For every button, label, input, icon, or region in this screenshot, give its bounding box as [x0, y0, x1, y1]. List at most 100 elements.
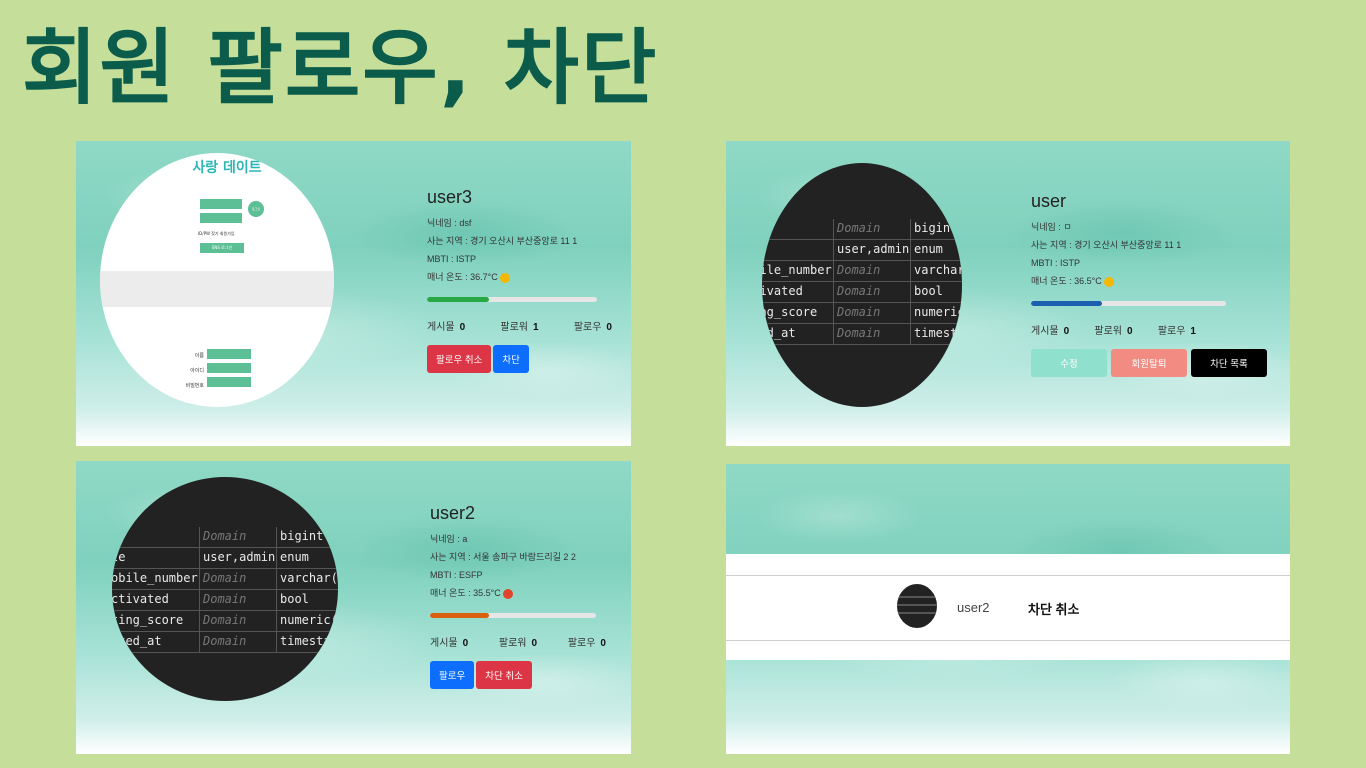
db-cell: enum — [911, 240, 962, 260]
blocked-user-avatar — [897, 584, 937, 628]
db-row: ated_atDomaintimestamp — [762, 324, 962, 345]
avatar-form-labels: 이름 아이디 비밀번호 — [185, 353, 204, 389]
db-row: leuser,adminenum — [112, 548, 338, 569]
followers-stat: 팔로워 0 — [498, 637, 538, 649]
profile-mbti: MBTI : ISTP — [1031, 258, 1081, 268]
db-cell: varchar(11) — [911, 261, 962, 281]
avatar-logo: 사랑 데이트 — [192, 160, 262, 176]
profile-panel-user3: 사랑 데이트 로그인 ID/PW 찾기 회원가입 SNS 로그인 이름 아이디 … — [76, 141, 631, 446]
db-cell: user,admin — [200, 548, 277, 568]
profile-nickname: 닉네임 : a — [430, 534, 468, 544]
profile-username: user3 — [427, 187, 473, 207]
db-cell: Domain — [200, 632, 277, 652]
db-cell: bool — [911, 282, 962, 302]
db-row: obile_numberDomainvarchar(11) — [762, 261, 962, 282]
avatar-id-field — [200, 199, 242, 209]
db-cell: ctivated — [762, 282, 834, 302]
avatar-links: ID/PW 찾기 회원가입 — [198, 231, 235, 236]
manner-bar-fill — [427, 296, 490, 302]
profile-mbti: MBTI : ISTP — [427, 254, 477, 264]
db-row: ting_scoreDomainnumeric(3, — [112, 611, 338, 632]
db-table: Domainbigintleuser,adminenumobile_number… — [112, 527, 338, 653]
db-cell: bool — [277, 590, 338, 610]
avatar-form-fields — [207, 349, 251, 387]
followers-stat: 팔로워 1 — [500, 321, 539, 333]
db-cell: varchar(11) — [277, 569, 338, 589]
profile-region: 사는 지역 : 경기 오산시 부산중앙로 11 1 — [1031, 240, 1182, 250]
profile-username: user — [1031, 191, 1067, 211]
db-row: ated_atDomaintimestamp — [112, 632, 338, 653]
db-table: Domainbigintleuser,adminenumobile_number… — [762, 219, 962, 345]
profile-nickname: 닉네임 : dsf — [427, 218, 472, 228]
avatar-pw-field — [200, 213, 242, 223]
db-row: Domain bigint — [762, 219, 962, 240]
block-list-button[interactable]: 차단 목록 — [1191, 348, 1267, 377]
profile-manner: 매너 온도 : 36.7°C — [427, 272, 612, 283]
avatar-sns-button: SNS 로그인 — [200, 243, 244, 253]
profile-avatar: Domainbigintleuser,adminenumobile_number… — [762, 163, 962, 407]
profile-info: user3 닉네임 : dsf 사는 지역 : 경기 오산시 부산중앙로 11 … — [427, 187, 612, 373]
unfollow-button[interactable]: 팔로우 취소 — [427, 344, 492, 373]
unblock-button[interactable]: 차단 취소 — [476, 660, 532, 689]
following-stat: 팔로우 0 — [573, 321, 612, 333]
db-cell: numeric(3, — [277, 611, 338, 631]
slide-title: 회원 팔로우, 차단 — [22, 21, 659, 116]
edit-profile-button[interactable]: 수정 — [1031, 348, 1107, 377]
withdraw-button[interactable]: 회원탈퇴 — [1111, 348, 1187, 377]
db-cell: le — [112, 548, 200, 568]
profile-manner: 매너 온도 : 36.5°C — [1031, 276, 1269, 287]
smiling-face-icon — [1104, 276, 1115, 287]
db-cell: Domain — [834, 219, 911, 239]
db-row: ctivatedDomainbool — [112, 590, 338, 611]
block-list-container: user2 차단 취소 — [726, 554, 1290, 660]
posts-stat: 게시물 0 — [427, 321, 466, 333]
db-cell: Domain — [834, 261, 911, 281]
follow-button[interactable]: 팔로우 — [430, 660, 475, 689]
db-cell: user,admin — [834, 240, 911, 260]
profile-nickname: 닉네임 : ㅁ — [1031, 222, 1072, 232]
profile-info: user 닉네임 : ㅁ 사는 지역 : 경기 오산시 부산중앙로 11 1 M… — [1031, 191, 1269, 377]
db-cell: numeric(3, — [911, 303, 962, 323]
db-cell: timestamp — [277, 632, 338, 652]
profile-mbti: MBTI : ESFP — [430, 570, 483, 580]
profile-info: user2 닉네임 : a 사는 지역 : 서울 송파구 바람드리길 2 2 M… — [430, 503, 606, 689]
profile-panel-user: Domainbigintleuser,adminenumobile_number… — [726, 141, 1290, 446]
block-list-panel: user2 차단 취소 — [726, 464, 1290, 754]
following-stat: 팔로우 1 — [1157, 325, 1196, 337]
avatar-login-button: 로그인 — [248, 201, 264, 217]
db-cell — [762, 219, 834, 239]
profile-avatar: Domainbigintleuser,adminenumobile_number… — [112, 477, 338, 701]
manner-bar-fill — [1031, 300, 1103, 306]
manner-bar — [1031, 300, 1226, 306]
following-stat: 팔로우 0 — [567, 637, 606, 649]
db-cell: enum — [277, 548, 338, 568]
db-row: ctivatedDomainbool — [762, 282, 962, 303]
db-cell: ated_at — [112, 632, 200, 652]
db-cell: Domain — [200, 611, 277, 631]
block-button[interactable]: 차단 — [493, 344, 529, 373]
manner-bar — [427, 296, 597, 302]
manner-text: 매너 온도 : 35.5°C — [430, 588, 501, 598]
unblock-link[interactable]: 차단 취소 — [1028, 599, 1079, 618]
profile-username: user2 — [430, 503, 476, 523]
profile-stats: 게시물 0 팔로워 0 팔로우 1 — [1031, 322, 1196, 337]
angry-face-icon — [503, 588, 514, 599]
db-cell: timestamp — [911, 324, 962, 344]
db-row: ting_scoreDomainnumeric(3, — [762, 303, 962, 324]
db-cell: Domain — [200, 569, 277, 589]
db-cell: ctivated — [112, 590, 200, 610]
profile-avatar: 사랑 데이트 로그인 ID/PW 찾기 회원가입 SNS 로그인 이름 아이디 … — [100, 153, 334, 407]
profile-stats: 게시물 0 팔로워 0 팔로우 0 — [430, 634, 606, 649]
profile-stats: 게시물 0 팔로워 1 팔로우 0 — [427, 318, 612, 333]
db-cell: bigint — [277, 527, 338, 547]
db-row: obile_numberDomainvarchar(11) — [112, 569, 338, 590]
db-cell: Domain — [834, 303, 911, 323]
smiling-face-icon — [500, 272, 511, 283]
manner-bar — [430, 612, 596, 618]
db-cell: ting_score — [112, 611, 200, 631]
db-cell: Domain — [834, 282, 911, 302]
db-cell: obile_number — [762, 261, 834, 281]
profile-manner: 매너 온도 : 35.5°C — [430, 588, 606, 599]
blocked-username: user2 — [957, 600, 990, 615]
posts-stat: 게시물 0 — [1031, 325, 1070, 337]
